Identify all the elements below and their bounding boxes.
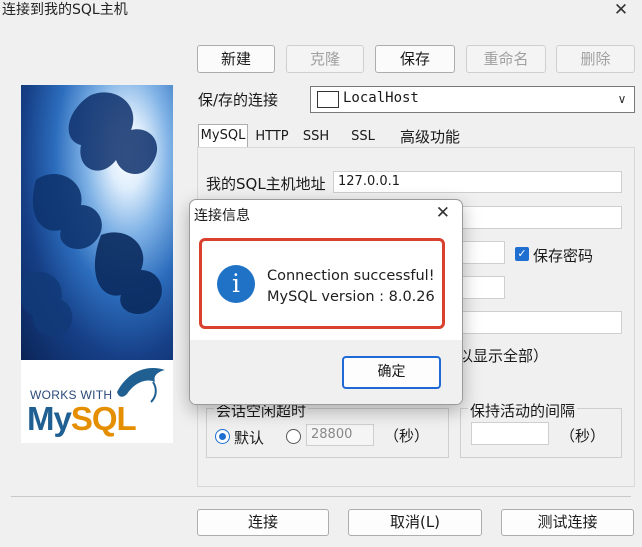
version-message: MySQL version : 8.0.26	[267, 289, 435, 305]
puzzle-pieces-graphic	[21, 92, 162, 337]
saved-connection-select[interactable]: LocalHost ∨	[310, 86, 635, 113]
saved-connection-label: 保/存的连接	[198, 91, 279, 109]
default-radio-label: 默认	[234, 429, 265, 447]
dialog-close-icon[interactable]: ✕	[436, 203, 450, 223]
new-button[interactable]: 新建	[197, 45, 275, 73]
window-title: 连接到我的SQL主机	[2, 2, 128, 18]
host-input[interactable]: 127.0.0.1	[333, 171, 622, 193]
success-message: Connection successful!	[267, 268, 435, 284]
save-password-checkbox[interactable]: ✓	[515, 247, 529, 261]
seconds-label: （秒）	[384, 427, 430, 445]
clone-button[interactable]: 克隆	[286, 45, 364, 73]
chevron-down-icon[interactable]: ∨	[613, 89, 631, 110]
mysql-banner: WORKS WITH MySQL	[21, 85, 173, 443]
timeout-input[interactable]: 28800	[306, 424, 374, 446]
window-close-icon[interactable]: ✕	[610, 0, 632, 22]
show-all-hint: 以显示全部）	[458, 347, 549, 365]
keepalive-label: 保持活动的间隔	[468, 400, 578, 421]
tab-mysql[interactable]: MySQL	[198, 124, 248, 148]
save-password-label: 保存密码	[533, 247, 594, 265]
connection-color-swatch	[317, 91, 339, 108]
tab-ssl[interactable]: SSL	[345, 126, 381, 148]
tab-ssh[interactable]: SSH	[296, 126, 336, 148]
dolphin-icon	[117, 368, 165, 403]
cancel-button[interactable]: 取消(L)	[348, 509, 482, 536]
ok-button[interactable]: 确定	[342, 356, 441, 389]
keepalive-seconds-label: （秒）	[560, 427, 606, 445]
dialog-title: 连接信息	[194, 208, 250, 224]
puzzle-image	[21, 85, 173, 360]
tab-http[interactable]: HTTP	[250, 126, 294, 148]
info-icon: i	[217, 265, 255, 303]
test-connection-button[interactable]: 测试连接	[501, 509, 634, 536]
keepalive-input[interactable]	[471, 422, 549, 445]
save-button[interactable]: 保存	[375, 45, 455, 73]
saved-connection-value: LocalHost	[343, 90, 419, 106]
default-radio[interactable]	[215, 429, 230, 444]
connect-button[interactable]: 连接	[197, 509, 329, 536]
delete-button[interactable]: 删除	[556, 45, 635, 73]
works-with-mysql-logo: WORKS WITH MySQL	[21, 360, 173, 443]
mysql-wordmark-my: My	[27, 400, 72, 437]
footer-separator	[11, 496, 631, 497]
custom-timeout-radio[interactable]	[286, 429, 301, 444]
connection-info-dialog: 连接信息 ✕ i Connection successful! MySQL ve…	[189, 199, 463, 405]
rename-button[interactable]: 重命名	[466, 45, 546, 73]
tab-advanced[interactable]: 高级功能	[396, 126, 464, 148]
host-label: 我的SQL主机地址	[206, 175, 326, 193]
